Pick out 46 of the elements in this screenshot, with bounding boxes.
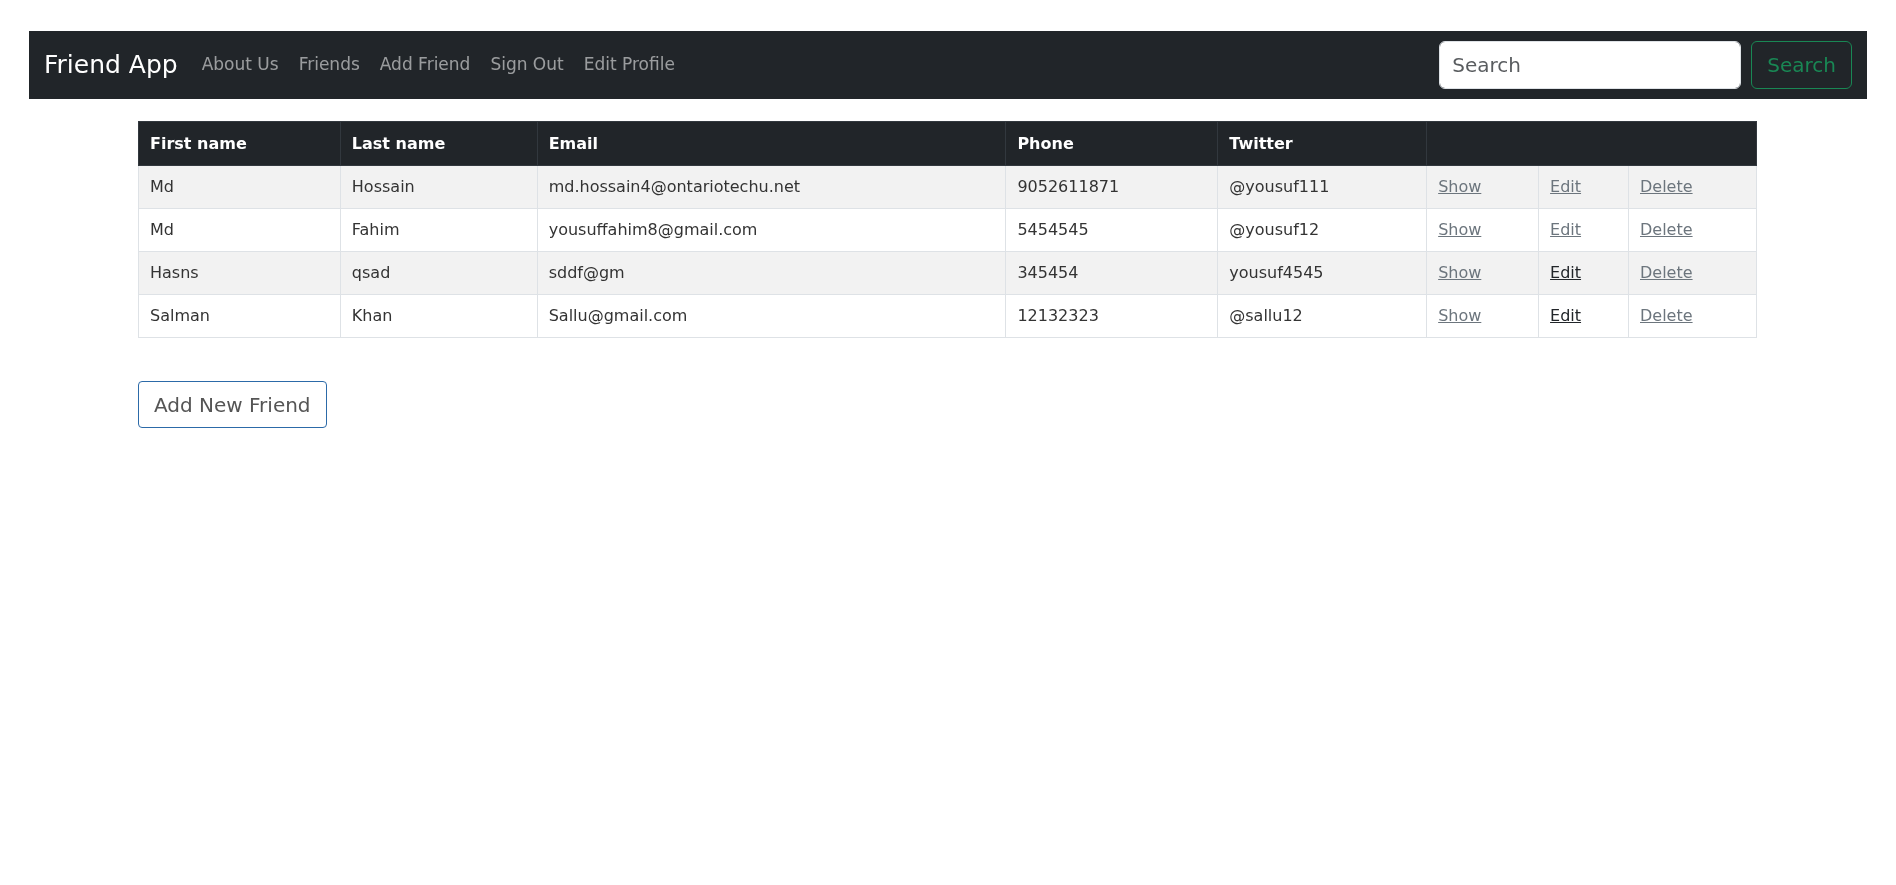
table-cell: 9052611871 — [1005, 165, 1218, 209]
column-header: Last name — [340, 121, 538, 166]
table-cell: Hasns — [138, 251, 341, 295]
action-link[interactable]: Show — [1438, 263, 1482, 282]
table-cell: @yousuf111 — [1217, 165, 1427, 209]
table-cell: md.hossain4@ontariotechu.net — [537, 165, 1006, 209]
table-cell: Khan — [340, 294, 538, 338]
column-header: Email — [537, 121, 1006, 166]
action-link[interactable]: Edit — [1550, 263, 1582, 282]
nav-link[interactable]: Edit Profile — [583, 52, 675, 78]
action-link[interactable]: Show — [1438, 177, 1482, 196]
column-header: First name — [138, 121, 341, 166]
table-cell: Md — [138, 208, 341, 252]
nav-link[interactable]: Add Friend — [379, 52, 471, 78]
action-link[interactable]: Edit — [1550, 177, 1582, 196]
action-link[interactable]: Delete — [1640, 177, 1693, 196]
table-cell: Md — [138, 165, 341, 209]
table-cell: qsad — [340, 251, 538, 295]
app-brand[interactable]: Friend App — [44, 46, 178, 84]
action-link[interactable]: Edit — [1550, 306, 1582, 325]
nav-link[interactable]: About Us — [201, 52, 279, 78]
add-friend-button[interactable]: Add New Friend — [138, 381, 327, 428]
table-cell: Sallu@gmail.com — [537, 294, 1006, 338]
table-cell: yousuf4545 — [1217, 251, 1427, 295]
table-cell: Hossain — [340, 165, 538, 209]
table-cell: sddf@gm — [537, 251, 1006, 295]
table-cell: Salman — [138, 294, 341, 338]
action-link[interactable]: Delete — [1640, 263, 1693, 282]
column-header: Twitter — [1217, 121, 1427, 166]
nav-link[interactable]: Sign Out — [490, 52, 564, 78]
search-field[interactable]: Search — [1439, 41, 1742, 89]
table-cell: yousuffahim8@gmail.com — [537, 208, 1006, 252]
action-link[interactable]: Delete — [1640, 306, 1693, 325]
action-link[interactable]: Delete — [1640, 220, 1693, 239]
action-link[interactable]: Show — [1438, 220, 1482, 239]
table-cell: @yousuf12 — [1217, 208, 1427, 252]
column-header: Phone — [1005, 121, 1218, 166]
table-cell: @sallu12 — [1217, 294, 1427, 338]
action-link[interactable]: Show — [1438, 306, 1482, 325]
table-cell: 5454545 — [1005, 208, 1218, 252]
action-link[interactable]: Edit — [1550, 220, 1582, 239]
nav-link[interactable]: Friends — [298, 52, 360, 78]
table-cell: Fahim — [340, 208, 538, 252]
search-button[interactable]: Search — [1751, 41, 1852, 89]
table-cell: 345454 — [1005, 251, 1218, 295]
table-cell: 12132323 — [1005, 294, 1218, 338]
